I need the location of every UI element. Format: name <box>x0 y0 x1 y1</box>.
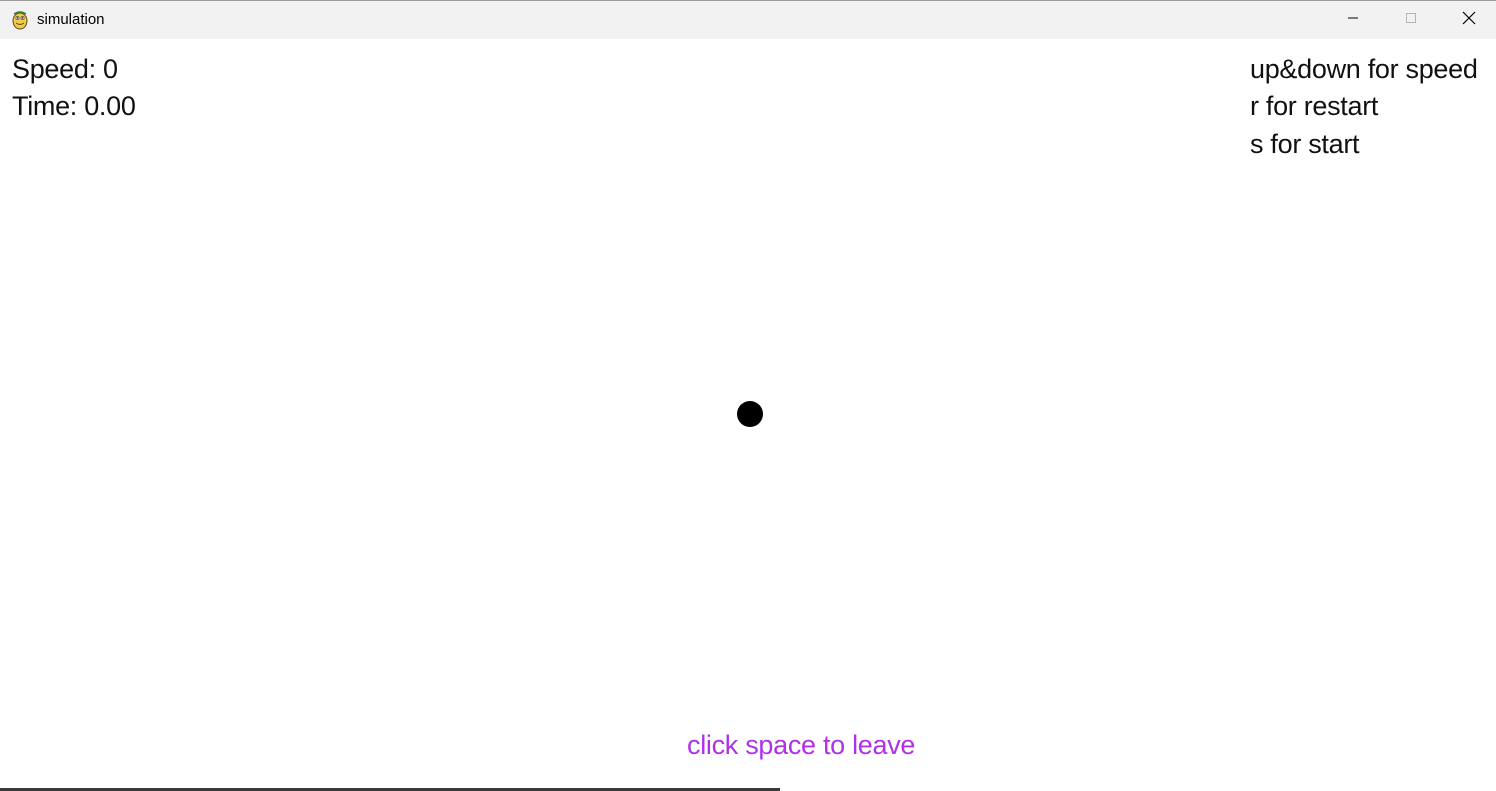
minimize-icon <box>1347 11 1359 29</box>
leave-instruction: click space to leave <box>687 730 916 760</box>
title-bar[interactable]: simulation <box>0 0 1496 39</box>
time-readout: Time: 0.00 <box>12 91 136 121</box>
help-restart-instruction: r for restart <box>1250 91 1379 121</box>
minimize-button[interactable] <box>1324 1 1382 39</box>
pygame-snake-icon <box>11 10 29 30</box>
maximize-button[interactable] <box>1382 1 1440 39</box>
help-speed-instruction: up&down for speed <box>1250 54 1478 84</box>
help-start-instruction: s for start <box>1250 129 1360 159</box>
simulation-window: simulation Speed: 0 Time: 0.00 up&down f… <box>0 0 1496 791</box>
window-title: simulation <box>37 11 105 28</box>
ball <box>737 401 763 427</box>
close-icon <box>1462 11 1476 30</box>
close-button[interactable] <box>1440 1 1496 39</box>
speed-readout: Speed: 0 <box>12 54 118 84</box>
maximize-icon <box>1405 11 1417 29</box>
